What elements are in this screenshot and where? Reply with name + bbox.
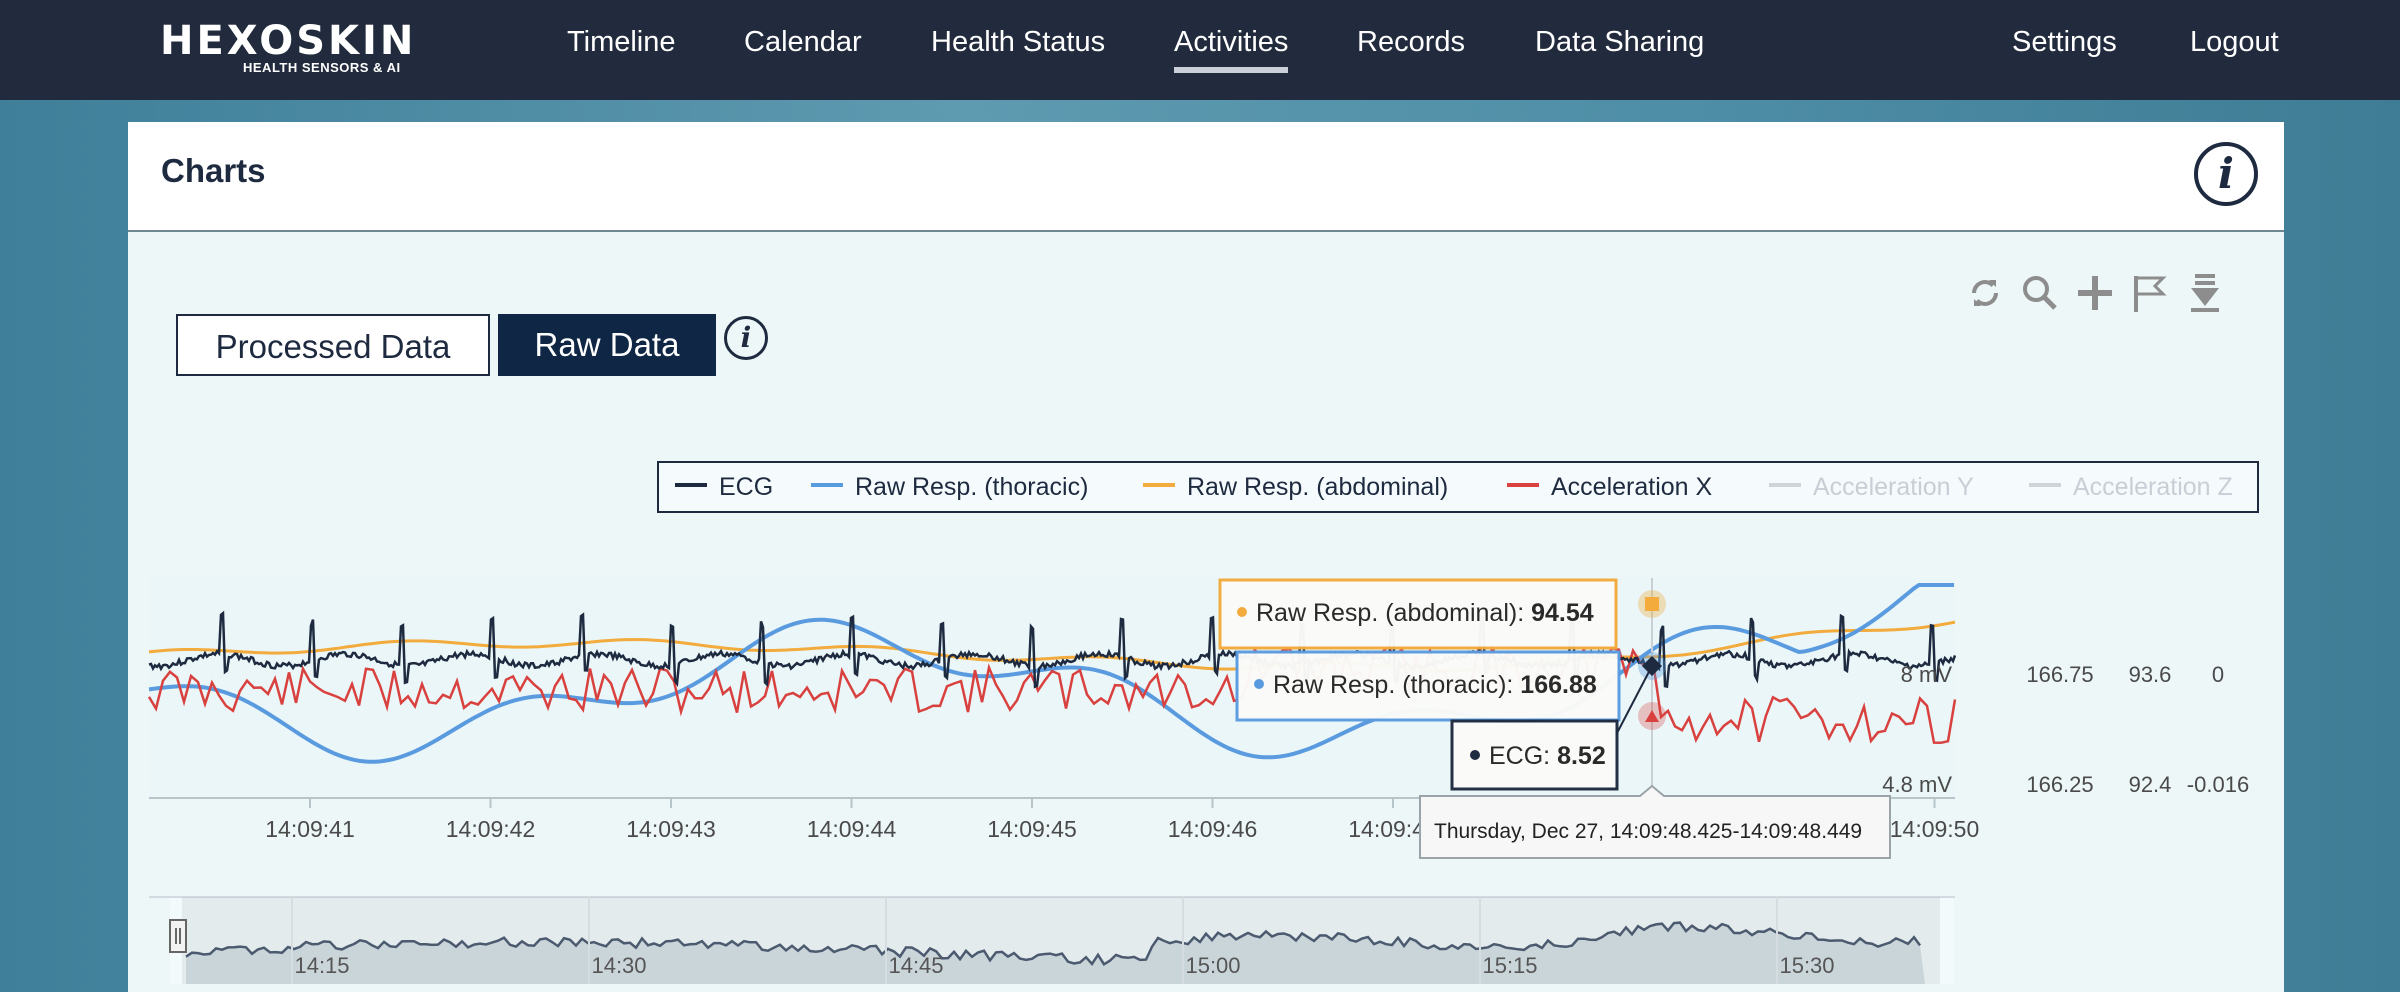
legend-label: Acceleration Y [1813, 473, 1974, 501]
legend-swatch [811, 483, 843, 488]
nav-activities[interactable]: Activities [1174, 26, 1289, 73]
legend-label: Acceleration Z [2073, 473, 2233, 501]
logo-tagline: HEALTH SENSORS & AI [243, 60, 401, 75]
tab-raw-data[interactable]: Raw Data [498, 314, 716, 376]
zoom-icon[interactable] [2017, 270, 2063, 316]
legend-raw-resp-thoracic[interactable]: Raw Resp. (thoracic) [811, 463, 1088, 511]
nav-data-sharing[interactable]: Data Sharing [1535, 26, 1704, 59]
download-icon[interactable] [2182, 270, 2228, 316]
legend-swatch [2029, 483, 2061, 488]
legend-acceleration-x[interactable]: Acceleration X [1507, 463, 1712, 511]
legend-label: Acceleration X [1551, 473, 1713, 501]
data-info-icon[interactable]: i [724, 316, 768, 360]
tab-processed-data[interactable]: Processed Data [176, 314, 490, 376]
panel-title: Charts [161, 152, 266, 189]
legend-label: ECG [719, 473, 774, 501]
flag-icon[interactable] [2127, 270, 2173, 316]
legend-acceleration-y[interactable]: Acceleration Y [1769, 463, 1974, 511]
legend-label: Raw Resp. (thoracic) [855, 473, 1089, 501]
nav-health-status[interactable]: Health Status [931, 26, 1105, 59]
logo-wordmark: HEXOSKIN [160, 18, 417, 64]
add-icon[interactable] [2072, 270, 2118, 316]
legend-raw-resp-abdominal[interactable]: Raw Resp. (abdominal) [1143, 463, 1448, 511]
nav-settings[interactable]: Settings [2012, 26, 2117, 59]
legend-ecg[interactable]: ECG [675, 463, 773, 511]
legend-acceleration-z[interactable]: Acceleration Z [2029, 463, 2233, 511]
legend-swatch [1507, 483, 1539, 488]
top-navigation-bar: HEXOSKIN HEALTH SENSORS & AI Timeline Ca… [0, 0, 2400, 100]
info-icon[interactable]: i [2194, 142, 2258, 206]
refresh-icon[interactable] [1962, 270, 2008, 316]
chart-legend: ECG Raw Resp. (thoracic) Raw Resp. (abdo… [657, 461, 2259, 513]
charts-panel: Charts i Processed Data Raw Data i [128, 122, 2284, 992]
hexoskin-logo[interactable]: HEXOSKIN HEALTH SENSORS & AI [160, 18, 417, 75]
legend-swatch [1769, 483, 1801, 488]
nav-calendar[interactable]: Calendar [744, 26, 862, 59]
nav-records[interactable]: Records [1357, 26, 1465, 59]
nav-logout[interactable]: Logout [2190, 26, 2279, 59]
legend-swatch [1143, 483, 1175, 488]
legend-label: Raw Resp. (abdominal) [1187, 473, 1449, 501]
nav-timeline[interactable]: Timeline [567, 26, 676, 59]
legend-swatch [675, 483, 707, 488]
panel-header: Charts i [128, 122, 2284, 232]
